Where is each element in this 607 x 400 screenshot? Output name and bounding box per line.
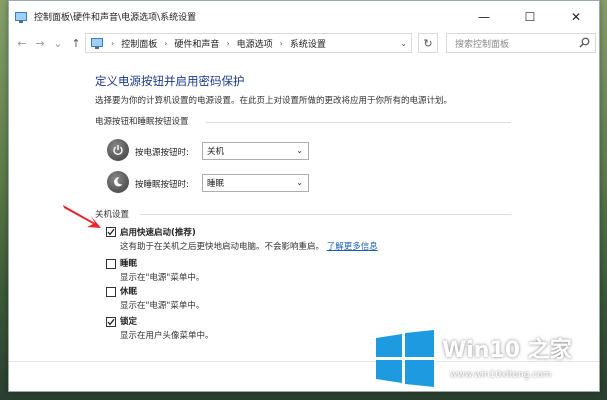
group-divider <box>140 214 511 215</box>
breadcrumb-item[interactable]: 电源选项 <box>237 37 273 50</box>
recent-locations-button[interactable]: ⌄ <box>49 33 67 53</box>
chevron-down-icon: ⌄ <box>296 178 303 187</box>
power-button-value: 关机 <box>207 147 225 157</box>
chevron-down-icon[interactable]: ⌄ <box>400 39 407 48</box>
page-subtitle: 选择要为你的计算机设置的电源设置。在此页上对设置所做的更改将应用于你所有的电源计… <box>95 96 453 106</box>
lock-label[interactable]: 锁定 <box>120 315 137 327</box>
control-panel-icon <box>14 10 28 24</box>
hibernate-label[interactable]: 休眠 <box>120 285 137 297</box>
search-placeholder: 搜索控制面板 <box>455 39 510 50</box>
power-button-label: 按电源按钮时: <box>135 148 189 158</box>
sleep-button-value: 睡眠 <box>207 179 225 189</box>
chevron-down-icon: ⌄ <box>296 146 303 155</box>
watermark-title: Win10 之家 <box>442 338 572 363</box>
forward-button[interactable]: → <box>31 33 49 53</box>
lock-desc: 显示在用户头像菜单中。 <box>120 331 214 341</box>
sleep-label[interactable]: 睡眠 <box>120 257 137 269</box>
fast-startup-desc: 这有助于在关机之后更快地启动电脑。不会影响重启。 了解更多信息 <box>120 240 378 252</box>
power-button-icon <box>107 139 129 161</box>
sleep-checkbox[interactable] <box>106 259 116 269</box>
hibernate-desc: 显示在"电源"菜单中。 <box>120 301 205 311</box>
sleep-desc: 显示在"电源"菜单中。 <box>120 273 205 283</box>
page-title: 定义电源按钮并启用密码保护 <box>95 74 245 88</box>
window-controls: — ☐ ✕ <box>461 1 599 32</box>
maximize-button[interactable]: ☐ <box>507 1 553 32</box>
sleep-button-icon <box>107 171 129 193</box>
refresh-button[interactable]: ↻ <box>418 33 438 53</box>
sleep-button-select[interactable]: 睡眠 ⌄ <box>202 174 309 192</box>
group-divider <box>206 122 511 123</box>
lock-checkbox[interactable] <box>106 317 116 327</box>
power-button-select[interactable]: 关机 ⌄ <box>202 142 309 160</box>
fast-startup-label[interactable]: 启用快速启动(推荐) <box>120 226 196 238</box>
learn-more-link[interactable]: 了解更多信息 <box>327 242 378 252</box>
refresh-icon: ↻ <box>423 36 433 50</box>
window-title: 控制面板\硬件和声音\电源选项\系统设置 <box>34 13 197 23</box>
up-button[interactable]: ↑ <box>67 33 85 53</box>
chevron-right-icon[interactable]: › <box>226 39 229 48</box>
control-panel-icon <box>90 36 104 50</box>
breadcrumb-item[interactable]: 硬件和声音 <box>174 37 219 50</box>
breadcrumb-item[interactable]: 控制面板 <box>121 37 157 50</box>
search-icon <box>579 37 590 51</box>
back-button[interactable]: ← <box>13 33 31 53</box>
annotation-arrow-icon <box>63 205 101 228</box>
minimize-button[interactable]: — <box>461 1 507 32</box>
windows-logo-icon <box>376 330 434 387</box>
check-icon <box>107 318 115 326</box>
power-group-title: 电源按钮和睡眠按钮设置 <box>95 117 189 127</box>
chevron-right-icon[interactable]: › <box>280 39 283 48</box>
chevron-right-icon[interactable]: › <box>164 39 167 48</box>
chevron-right-icon: › <box>111 38 115 48</box>
address-row: ← → ⌄ ↑ › 控制面板 › 硬件和声音 › 电源选项 › 系统设置 ⌄ ↻ <box>9 32 599 54</box>
search-input[interactable]: 搜索控制面板 <box>446 33 596 53</box>
watermark: Win10 之家 www.win10xitong.com <box>374 326 600 392</box>
watermark-url: www.win10xitong.com <box>450 370 552 380</box>
breadcrumb[interactable]: › 控制面板 › 硬件和声音 › 电源选项 › 系统设置 ⌄ <box>85 33 412 53</box>
hibernate-checkbox[interactable] <box>106 287 116 297</box>
fast-startup-desc-text: 这有助于在关机之后更快地启动电脑。不会影响重启。 <box>120 242 325 252</box>
fast-startup-checkbox[interactable] <box>106 227 116 237</box>
close-button[interactable]: ✕ <box>553 1 599 32</box>
check-icon <box>107 228 115 236</box>
sleep-button-label: 按睡眠按钮时: <box>135 180 189 190</box>
breadcrumb-item[interactable]: 系统设置 <box>290 37 326 50</box>
title-bar: 控制面板\硬件和声音\电源选项\系统设置 — ☐ ✕ <box>9 1 599 32</box>
